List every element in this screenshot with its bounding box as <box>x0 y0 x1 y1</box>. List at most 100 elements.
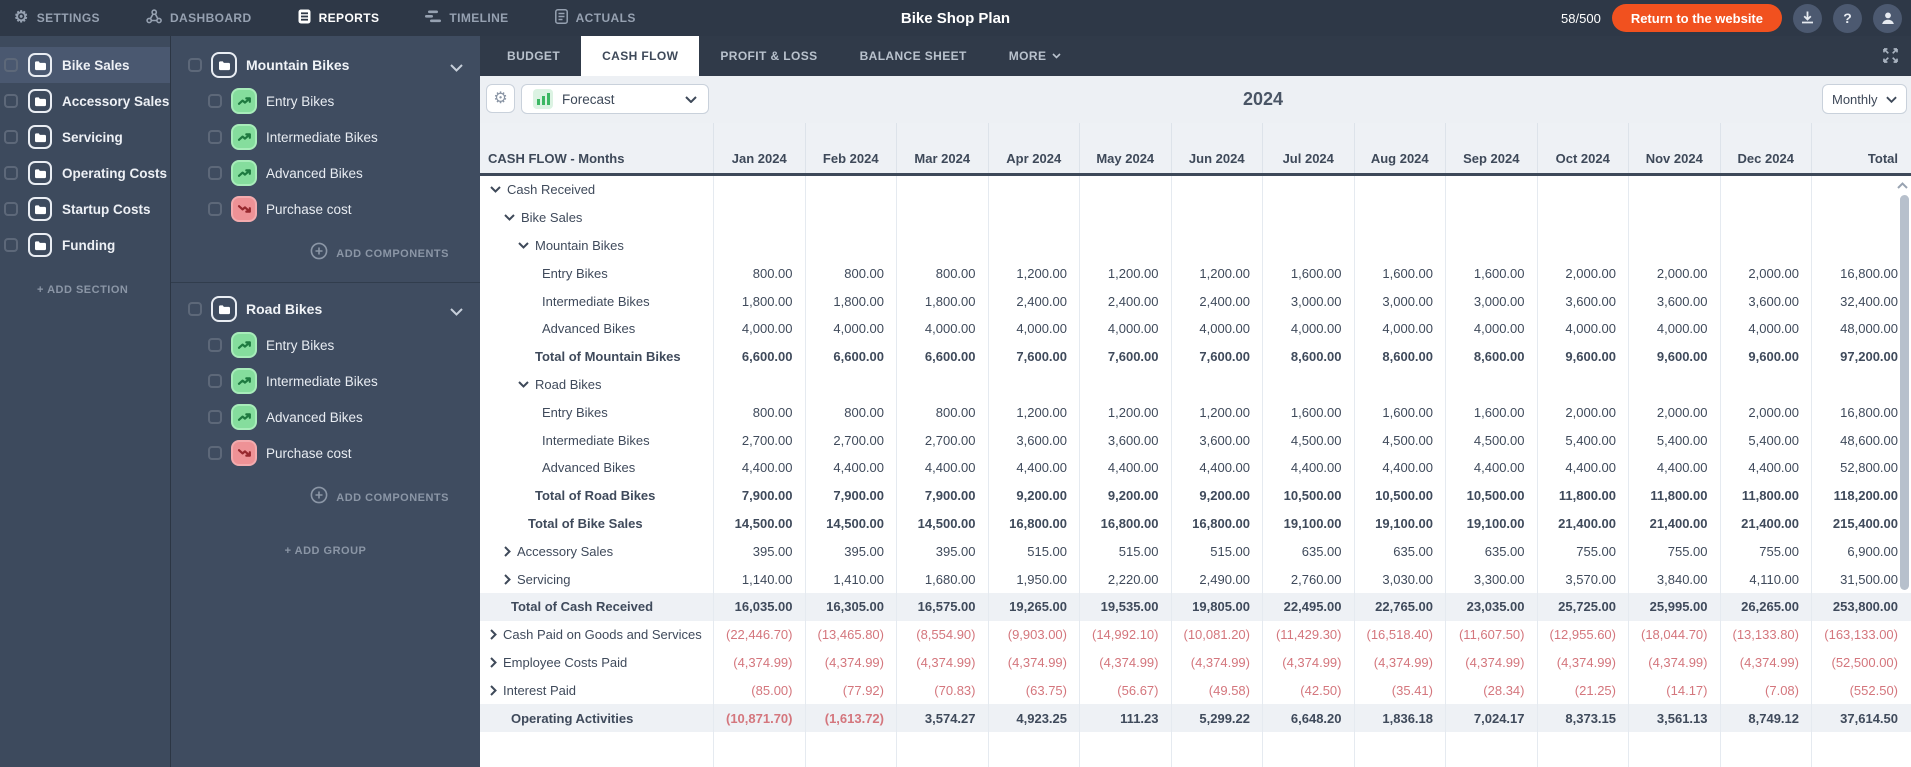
download-button[interactable] <box>1793 3 1822 33</box>
section-checkbox[interactable] <box>4 58 18 72</box>
section-label: Accessory Sales <box>62 93 170 109</box>
gear-icon: ⚙ <box>14 9 29 26</box>
month-cell: 22,765.00 <box>1355 592 1446 621</box>
group-label: Road Bikes <box>246 301 323 317</box>
section-checkbox[interactable] <box>4 130 18 144</box>
month-cell: 7,900.00 <box>806 481 897 510</box>
account-button[interactable] <box>1873 3 1902 33</box>
column-header-jun-2024: Jun 2024 <box>1172 123 1263 173</box>
group-mountain-bikes[interactable]: Mountain Bikes <box>171 47 480 83</box>
month-cell: 25,725.00 <box>1538 592 1629 621</box>
collapse-chevron-icon[interactable] <box>518 242 529 249</box>
month-cell: 635.00 <box>1446 537 1538 566</box>
group-checkbox[interactable] <box>188 302 202 316</box>
component-checkbox[interactable] <box>208 94 222 108</box>
month-cell: 7,024.17 <box>1446 704 1538 732</box>
tab-profit-loss[interactable]: PROFIT & LOSS <box>699 36 838 76</box>
expand-chevron-icon[interactable] <box>504 573 511 585</box>
component-checkbox[interactable] <box>208 130 222 144</box>
nav-dashboard[interactable]: DASHBOARD <box>123 0 275 36</box>
total-cell: 48,000.00 <box>1840 321 1898 337</box>
component-item-intermediate-bikes[interactable]: Intermediate Bikes <box>171 119 480 155</box>
month-cell: 4,500.00 <box>1355 426 1446 454</box>
scrollbar-thumb[interactable] <box>1900 195 1909 590</box>
nav-reports[interactable]: REPORTS <box>275 0 403 36</box>
report-type-select[interactable]: Forecast <box>521 84 709 114</box>
month-cell: (4,374.99) <box>1263 648 1355 677</box>
component-checkbox[interactable] <box>208 410 222 424</box>
month-cell <box>806 176 897 204</box>
component-checkbox[interactable] <box>208 446 222 460</box>
month-cell: (1,613.72) <box>806 704 897 732</box>
month-cell: (56.67) <box>1080 676 1172 705</box>
tab-budget[interactable]: BUDGET <box>486 36 581 76</box>
tab-more[interactable]: MORE <box>988 36 1083 76</box>
period-select[interactable]: Monthly <box>1822 84 1907 114</box>
month-cell: 4,000.00 <box>1263 314 1355 343</box>
component-checkbox[interactable] <box>208 338 222 352</box>
scroll-up-icon[interactable] <box>1897 182 1908 189</box>
fullscreen-button[interactable] <box>1882 47 1899 69</box>
group-road-bikes[interactable]: Road Bikes <box>171 291 480 327</box>
report-settings-button[interactable]: ⚙ <box>486 84 515 113</box>
section-checkbox[interactable] <box>4 94 18 108</box>
collapse-chevron-icon[interactable] <box>518 381 529 388</box>
month-cell <box>714 231 806 260</box>
component-item-purchase-cost[interactable]: Purchase cost <box>171 191 480 227</box>
section-checkbox[interactable] <box>4 202 18 216</box>
month-cell: 5,400.00 <box>1538 426 1629 454</box>
component-item-advanced-bikes[interactable]: Advanced Bikes <box>171 155 480 191</box>
row-label: Total of Mountain Bikes <box>535 349 681 365</box>
month-cell: 1,600.00 <box>1355 398 1446 427</box>
add-components-button[interactable]: ADD COMPONENTS <box>171 227 480 280</box>
expand-chevron-icon[interactable] <box>490 629 497 640</box>
component-checkbox[interactable] <box>208 166 222 180</box>
month-cell: 4,000.00 <box>714 314 806 343</box>
nav-settings[interactable]: ⚙ SETTINGS <box>0 0 123 36</box>
expand-chevron-icon[interactable] <box>490 685 497 696</box>
sidebar-item-funding[interactable]: Funding <box>0 227 170 263</box>
add-group-button[interactable]: + ADD GROUP <box>285 545 367 557</box>
month-cell: 1,200.00 <box>1080 259 1172 288</box>
month-cell <box>1172 370 1263 399</box>
table-body: Cash Received Bike Sales Mountain Bikes Ent… <box>480 176 1911 732</box>
collapse-chevron-icon[interactable] <box>490 186 501 194</box>
help-button[interactable]: ? <box>1833 3 1862 33</box>
month-cell: 16,800.00 <box>989 509 1080 538</box>
nav-actuals[interactable]: ACTUALS <box>532 0 659 36</box>
month-cell: 4,500.00 <box>1263 426 1355 454</box>
collapse-chevron-icon[interactable] <box>504 214 515 222</box>
component-item-advanced-bikes[interactable]: Advanced Bikes <box>171 399 480 435</box>
expand-chevron-icon[interactable] <box>490 657 497 668</box>
expand-chevron-icon[interactable] <box>504 546 511 557</box>
row-label-cell: Mountain Bikes <box>480 231 714 260</box>
component-checkbox[interactable] <box>208 202 222 216</box>
tab-balance-sheet[interactable]: BALANCE SHEET <box>839 36 988 76</box>
sidebar-item-operating-costs[interactable]: Operating Costs <box>0 155 170 191</box>
tab-cash-flow[interactable]: CASH FLOW <box>581 36 700 76</box>
month-cell: 1,680.00 <box>897 565 989 593</box>
trend-up-icon <box>231 88 257 114</box>
add-components-button[interactable]: ADD COMPONENTS <box>171 471 480 524</box>
collapse-chevron-icon[interactable] <box>450 59 463 77</box>
group-checkbox[interactable] <box>188 58 202 72</box>
sidebar-item-startup-costs[interactable]: Startup Costs <box>0 191 170 227</box>
section-checkbox[interactable] <box>4 166 18 180</box>
month-cell <box>714 370 806 399</box>
sidebar-item-accessory-sales[interactable]: Accessory Sales <box>0 83 170 119</box>
sidebar-item-servicing[interactable]: Servicing <box>0 119 170 155</box>
component-item-entry-bikes[interactable]: Entry Bikes <box>171 83 480 119</box>
component-item-intermediate-bikes[interactable]: Intermediate Bikes <box>171 363 480 399</box>
component-item-entry-bikes[interactable]: Entry Bikes <box>171 327 480 363</box>
sidebar-item-bike-sales[interactable]: Bike Sales <box>0 47 170 83</box>
month-cell: 1,600.00 <box>1355 259 1446 288</box>
nav-timeline[interactable]: TIMELINE <box>402 0 531 36</box>
month-cell: (4,374.99) <box>1355 648 1446 677</box>
component-item-purchase-cost[interactable]: Purchase cost <box>171 435 480 471</box>
table-header: CASH FLOW - Months Jan 2024 Feb 2024 Mar 20… <box>480 123 1911 176</box>
return-website-button[interactable]: Return to the website <box>1611 4 1782 32</box>
section-checkbox[interactable] <box>4 238 18 252</box>
add-section-button[interactable]: + ADD SECTION <box>37 284 128 296</box>
component-checkbox[interactable] <box>208 374 222 388</box>
collapse-chevron-icon[interactable] <box>450 303 463 321</box>
